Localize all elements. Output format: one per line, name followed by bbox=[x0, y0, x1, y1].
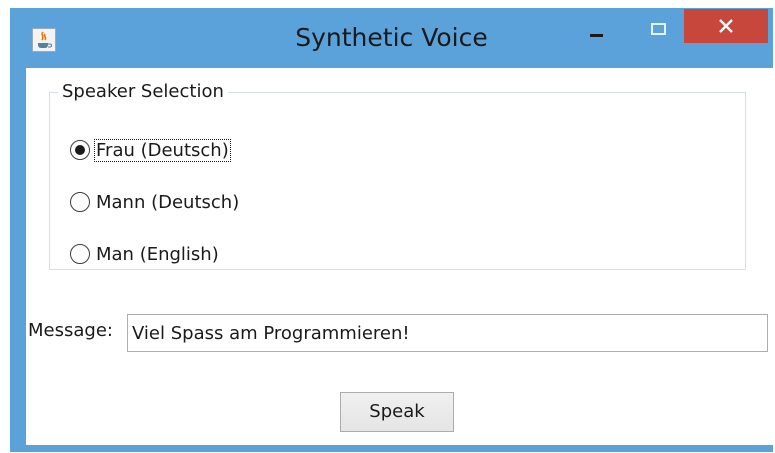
close-button[interactable] bbox=[684, 9, 768, 43]
maximize-button[interactable] bbox=[640, 12, 686, 42]
radio-button-selected[interactable] bbox=[70, 140, 90, 160]
speak-button[interactable]: Speak bbox=[340, 392, 454, 432]
message-label: Message: bbox=[28, 320, 113, 341]
radio-option-man[interactable]: Man (English) bbox=[70, 239, 220, 269]
radio-label[interactable]: Frau (Deutsch) bbox=[94, 138, 231, 162]
radio-button[interactable] bbox=[70, 244, 90, 264]
radio-label[interactable]: Mann (Deutsch) bbox=[95, 192, 240, 213]
speaker-selection-legend: Speaker Selection bbox=[58, 81, 228, 102]
speaker-selection-group: Speaker Selection Frau (Deutsch) Mann (D… bbox=[49, 81, 746, 270]
maximize-icon bbox=[651, 23, 666, 35]
app-window: Synthetic Voice Speaker Selection Frau (… bbox=[10, 8, 773, 452]
radio-label[interactable]: Man (English) bbox=[95, 244, 220, 265]
radio-option-frau[interactable]: Frau (Deutsch) bbox=[70, 135, 231, 165]
title-bar[interactable]: Synthetic Voice bbox=[10, 8, 773, 68]
radio-button[interactable] bbox=[70, 192, 90, 212]
minimize-icon bbox=[590, 34, 603, 37]
message-input[interactable] bbox=[127, 314, 768, 352]
minimize-button[interactable] bbox=[570, 12, 616, 42]
radio-option-mann[interactable]: Mann (Deutsch) bbox=[70, 187, 240, 217]
close-icon bbox=[719, 19, 733, 33]
client-area: Speaker Selection Frau (Deutsch) Mann (D… bbox=[26, 68, 773, 445]
